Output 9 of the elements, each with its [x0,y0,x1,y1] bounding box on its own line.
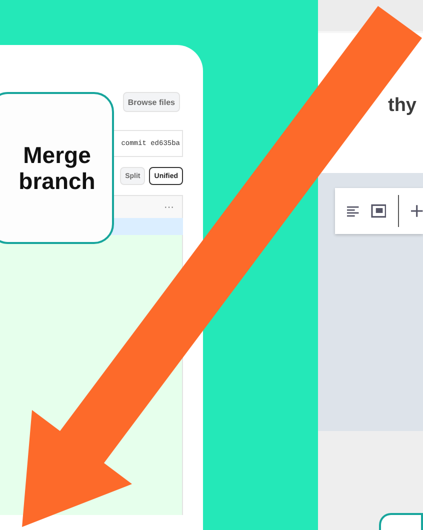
more-menu[interactable]: ··· [164,202,174,212]
callout-text: Merge branch [18,142,96,194]
image-icon[interactable] [370,204,386,218]
title-text: thy [388,95,416,118]
browse-files-button[interactable]: Browse files [122,92,180,112]
plus-icon[interactable] [411,205,423,217]
card-edge [379,513,423,530]
align-left-icon[interactable] [347,206,359,216]
arrow-icon [22,6,422,527]
